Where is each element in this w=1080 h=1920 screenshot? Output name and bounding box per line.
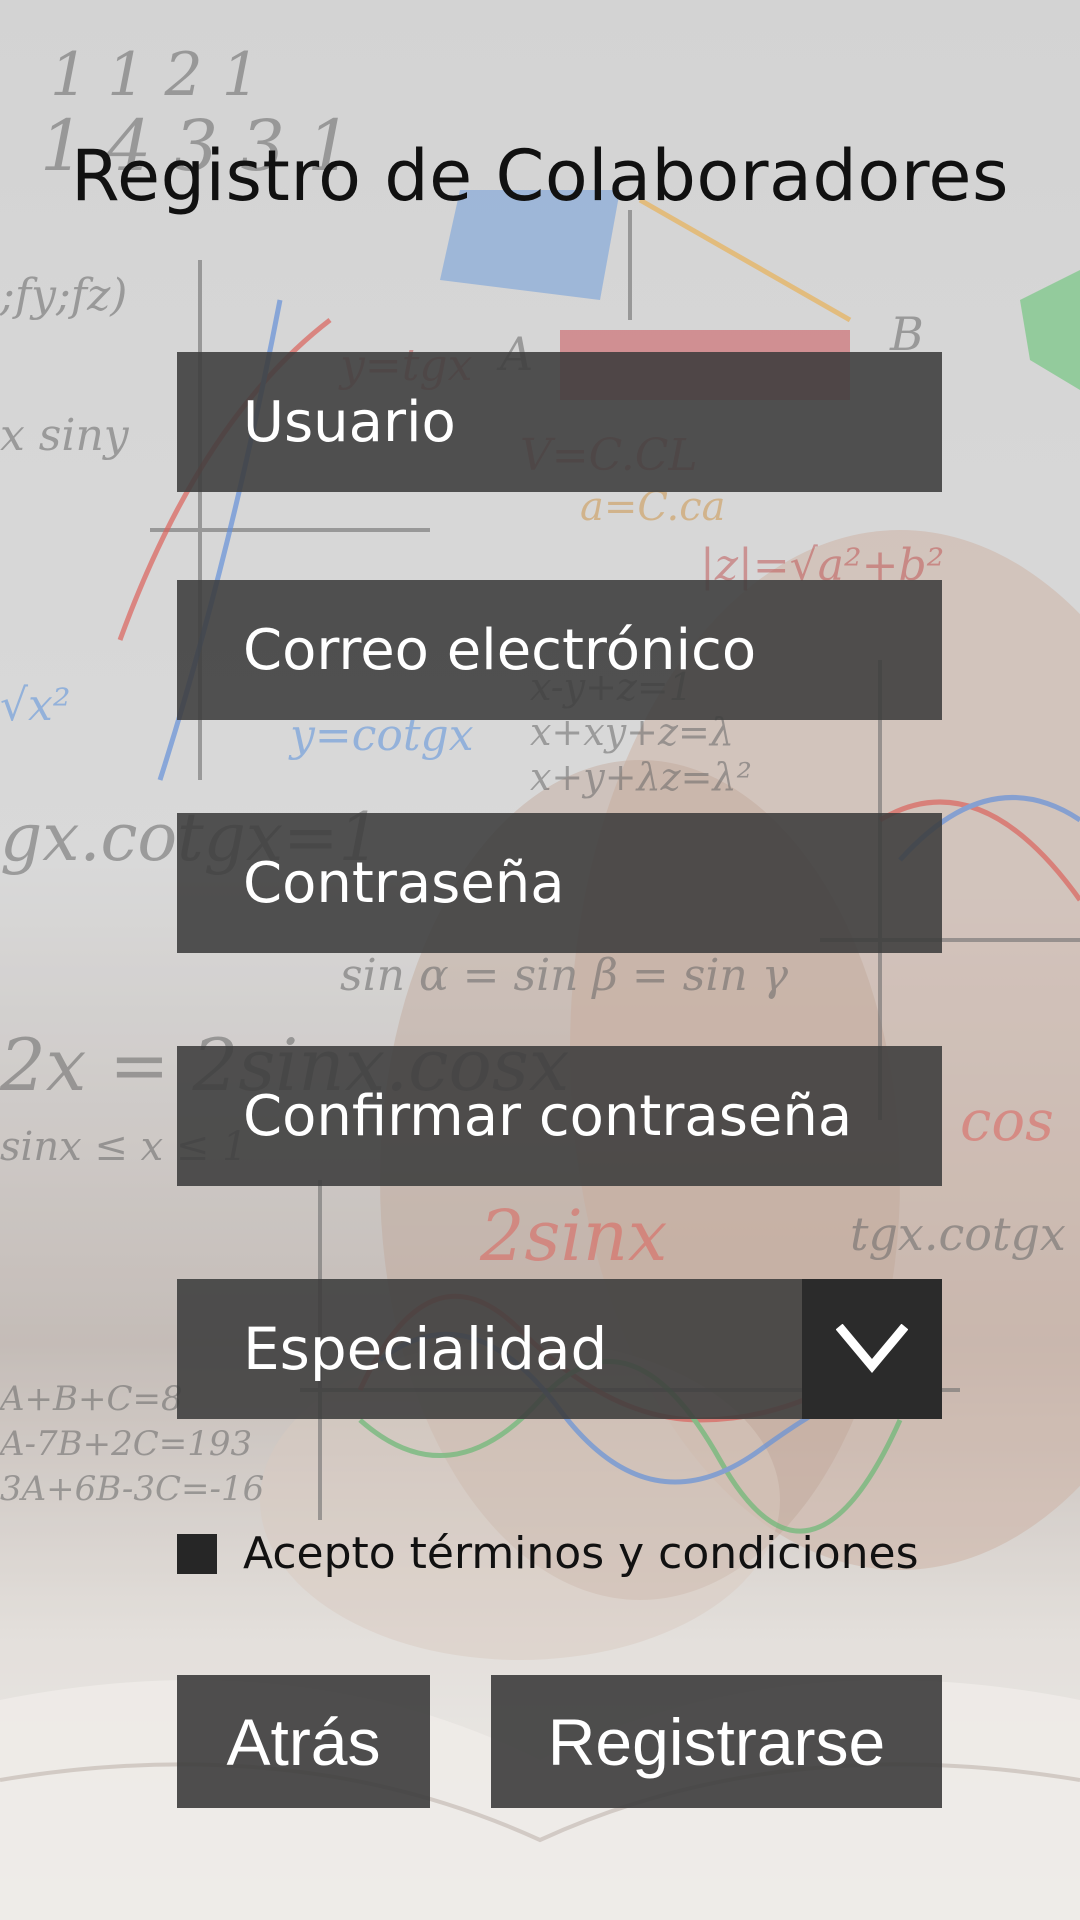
terms-checkbox[interactable] [177, 1533, 217, 1574]
page-title: Registro de Colaboradores [71, 135, 1009, 217]
terms-label: Acepto términos y condiciones [243, 1528, 919, 1579]
terms-row[interactable]: Acepto términos y condiciones [177, 1528, 919, 1579]
chevron-down-icon [836, 1324, 908, 1374]
username-field[interactable] [177, 352, 942, 492]
specialty-dropdown-button[interactable] [802, 1279, 942, 1419]
email-input[interactable] [243, 617, 923, 683]
register-button[interactable]: Registrarse [491, 1675, 942, 1808]
email-field[interactable] [177, 580, 942, 720]
password-field[interactable] [177, 813, 942, 953]
background-overlay [0, 0, 1080, 1920]
confirm-password-field[interactable] [177, 1046, 942, 1186]
back-button[interactable]: Atrás [177, 1675, 430, 1808]
confirm-password-input[interactable] [243, 1083, 923, 1149]
registration-screen: 1 4 3 3 1 1 1 2 1 ;fy;fz) x siny V=C.CL … [0, 0, 1080, 1920]
specialty-dropdown[interactable]: Especialidad [177, 1279, 942, 1419]
username-input[interactable] [243, 389, 923, 455]
password-input[interactable] [243, 850, 923, 916]
specialty-selected-value: Especialidad [243, 1315, 608, 1383]
